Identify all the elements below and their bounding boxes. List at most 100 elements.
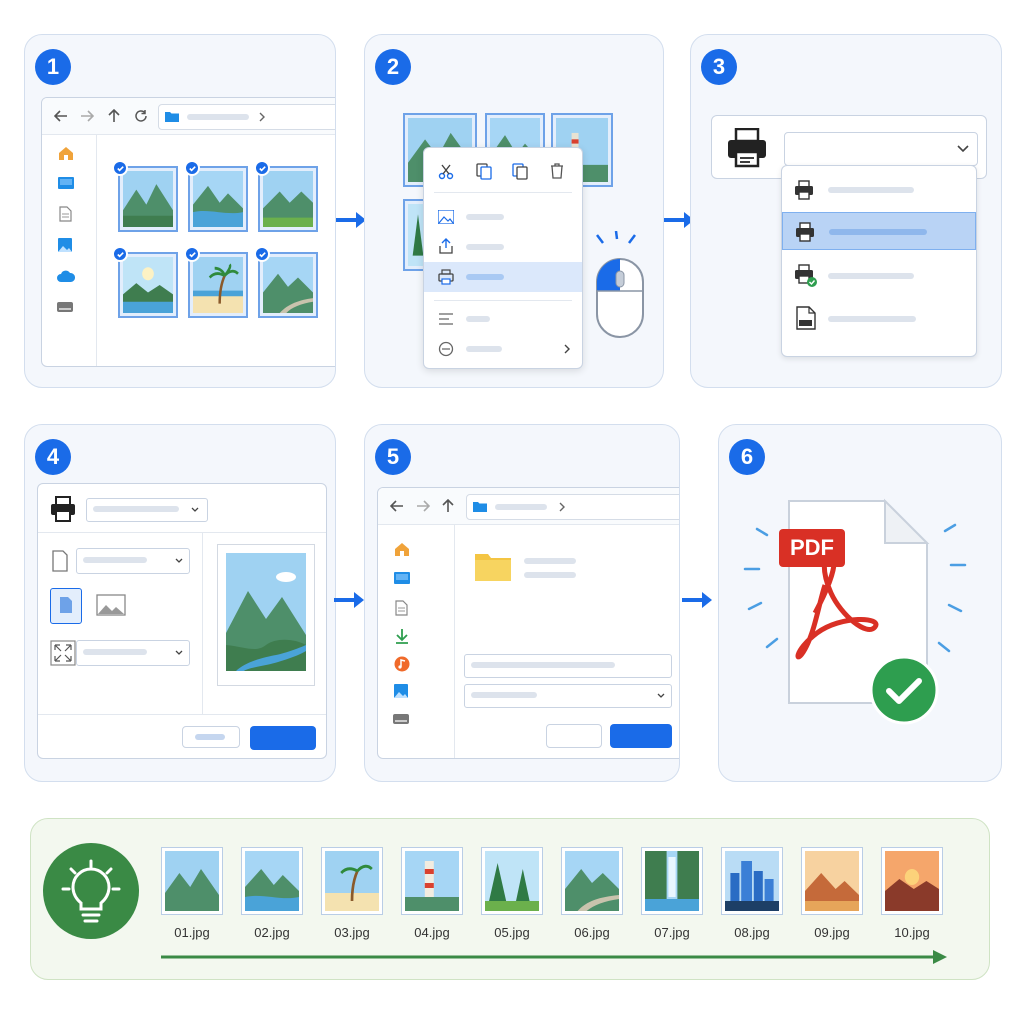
photo-thumb-2[interactable] [188, 166, 248, 232]
drive-icon[interactable] [57, 302, 73, 312]
file-thumbnail [241, 847, 303, 915]
file-item[interactable]: 09.jpg [801, 847, 863, 947]
printer-dropdown[interactable] [784, 132, 978, 166]
file-item[interactable]: 08.jpg [721, 847, 783, 947]
printer-icon [795, 180, 813, 200]
address-bar[interactable] [158, 104, 335, 130]
file-item[interactable]: 07.jpg [641, 847, 703, 947]
paste-icon[interactable] [512, 163, 528, 180]
file-item[interactable]: 02.jpg [241, 847, 303, 947]
cloud-icon[interactable] [57, 270, 75, 282]
context-menu [423, 147, 583, 369]
pdf-printer-icon [796, 306, 816, 330]
photo-thumb-4[interactable] [118, 252, 178, 318]
checkmark-icon [254, 246, 270, 262]
paper-size-dropdown[interactable] [76, 548, 190, 574]
address-bar[interactable] [466, 494, 679, 520]
document-icon[interactable] [59, 206, 72, 222]
refresh-icon[interactable] [134, 109, 148, 123]
file-name-label: 05.jpg [494, 925, 530, 940]
portrait-orientation-button[interactable] [50, 588, 82, 624]
file-name-input[interactable] [464, 654, 672, 678]
menu-item-print[interactable] [424, 262, 582, 292]
downloads-icon[interactable] [395, 628, 409, 644]
save-dialog-sidebar [378, 524, 455, 758]
file-type-dropdown[interactable] [464, 684, 672, 708]
file-item[interactable]: 05.jpg [481, 847, 543, 947]
checkmark-icon [112, 160, 128, 176]
menu-item-more-options[interactable] [424, 334, 582, 364]
printer-dropdown[interactable] [86, 498, 208, 522]
home-icon[interactable] [58, 146, 74, 160]
step-4-badge: 4 [35, 439, 71, 475]
home-icon[interactable] [394, 542, 410, 556]
file-name-label: 03.jpg [334, 925, 370, 940]
file-item[interactable]: 01.jpg [161, 847, 223, 947]
printer-default-icon [795, 264, 817, 287]
file-name-label: 06.jpg [574, 925, 610, 940]
photo-thumb-1[interactable] [118, 166, 178, 232]
printer-option-1[interactable] [782, 170, 976, 208]
photo-thumb-3[interactable] [258, 166, 318, 232]
step-6-badge: 6 [729, 439, 765, 475]
file-thumbnail [161, 847, 223, 915]
scaling-dropdown[interactable] [76, 640, 190, 666]
photo-thumb-5[interactable] [188, 252, 248, 318]
menu-item-properties[interactable] [424, 304, 582, 334]
fit-to-page-icon [50, 640, 76, 666]
forward-icon[interactable] [416, 500, 430, 512]
cut-icon[interactable] [438, 164, 454, 180]
print-button[interactable] [250, 726, 316, 750]
explorer-sidebar [42, 134, 97, 366]
back-icon[interactable] [390, 500, 404, 512]
chevron-right-icon [259, 112, 265, 122]
photo-layout-icon[interactable] [96, 594, 126, 616]
printer-option-4-pdf[interactable] [782, 298, 976, 338]
forward-icon[interactable] [80, 110, 94, 122]
pdf-document-icon [743, 498, 967, 704]
desktop-icon[interactable] [58, 177, 74, 189]
file-item[interactable]: 03.jpg [321, 847, 383, 947]
file-thumbnail [401, 847, 463, 915]
delete-icon[interactable] [550, 163, 564, 179]
back-icon[interactable] [54, 110, 68, 122]
checkmark-icon [112, 246, 128, 262]
document-icon[interactable] [395, 600, 408, 616]
copy-icon[interactable] [476, 163, 492, 180]
pictures-icon[interactable] [58, 238, 72, 252]
file-thumbnail [721, 847, 783, 915]
save-button[interactable] [610, 724, 672, 748]
file-name-label: 02.jpg [254, 925, 290, 940]
photo-thumb-6[interactable] [258, 252, 318, 318]
up-icon[interactable] [442, 499, 454, 513]
pictures-icon[interactable] [394, 684, 408, 698]
chevron-right-icon [559, 502, 565, 512]
open-with-icon [438, 210, 454, 224]
up-icon[interactable] [108, 109, 120, 123]
music-icon[interactable] [394, 656, 410, 672]
save-dialog [377, 487, 679, 759]
step-6-panel: 6 PDF [718, 424, 1002, 782]
folder-icon [473, 502, 487, 512]
menu-item-share[interactable] [424, 232, 582, 262]
printer-option-2-selected[interactable] [782, 212, 976, 250]
folder-icon[interactable] [474, 550, 512, 582]
tip-strip: 01.jpg 02.jpg 03.jpg 04.jpg 05.jpg 06.jpg 07.j… [30, 818, 990, 980]
menu-item-open-with[interactable] [424, 202, 582, 232]
step-3-panel: 3 [690, 34, 1002, 388]
step-5-badge: 5 [375, 439, 411, 475]
printer-option-3[interactable] [782, 256, 976, 294]
chevron-down-icon [657, 693, 665, 698]
desktop-icon[interactable] [394, 572, 410, 584]
drive-icon[interactable] [393, 714, 409, 724]
cancel-button[interactable] [546, 724, 602, 748]
printer-icon [796, 222, 814, 242]
file-item[interactable]: 04.jpg [401, 847, 463, 947]
cancel-button[interactable] [182, 726, 240, 748]
print-dialog-header [38, 484, 326, 533]
file-item[interactable]: 10.jpg [881, 847, 943, 947]
step-2-panel: 2 [364, 34, 664, 388]
print-dialog [37, 483, 327, 759]
file-item[interactable]: 06.jpg [561, 847, 623, 947]
step-2-badge: 2 [375, 49, 411, 85]
